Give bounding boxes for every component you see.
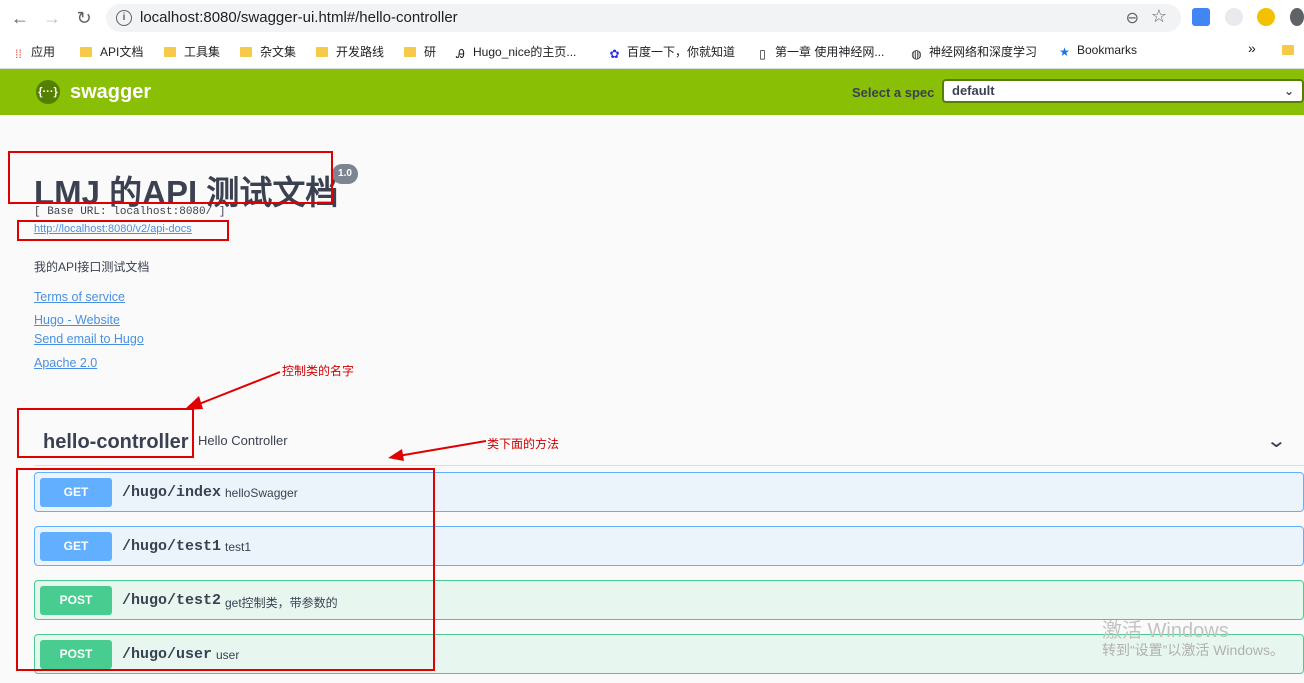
annotation-arrows xyxy=(184,371,487,461)
windows-activation-title: 激活 Windows xyxy=(1102,620,1229,642)
arrow-head xyxy=(388,449,404,461)
arrow-line xyxy=(397,440,487,457)
arrow-line xyxy=(193,371,281,407)
controller-annotation: 控制类的名字 xyxy=(282,364,355,378)
arrow-head xyxy=(184,396,203,410)
windows-activation-text: 转到“设置”以激活 Windows。 xyxy=(1102,642,1285,658)
methods-annotation: 类下面的方法 xyxy=(487,437,560,451)
